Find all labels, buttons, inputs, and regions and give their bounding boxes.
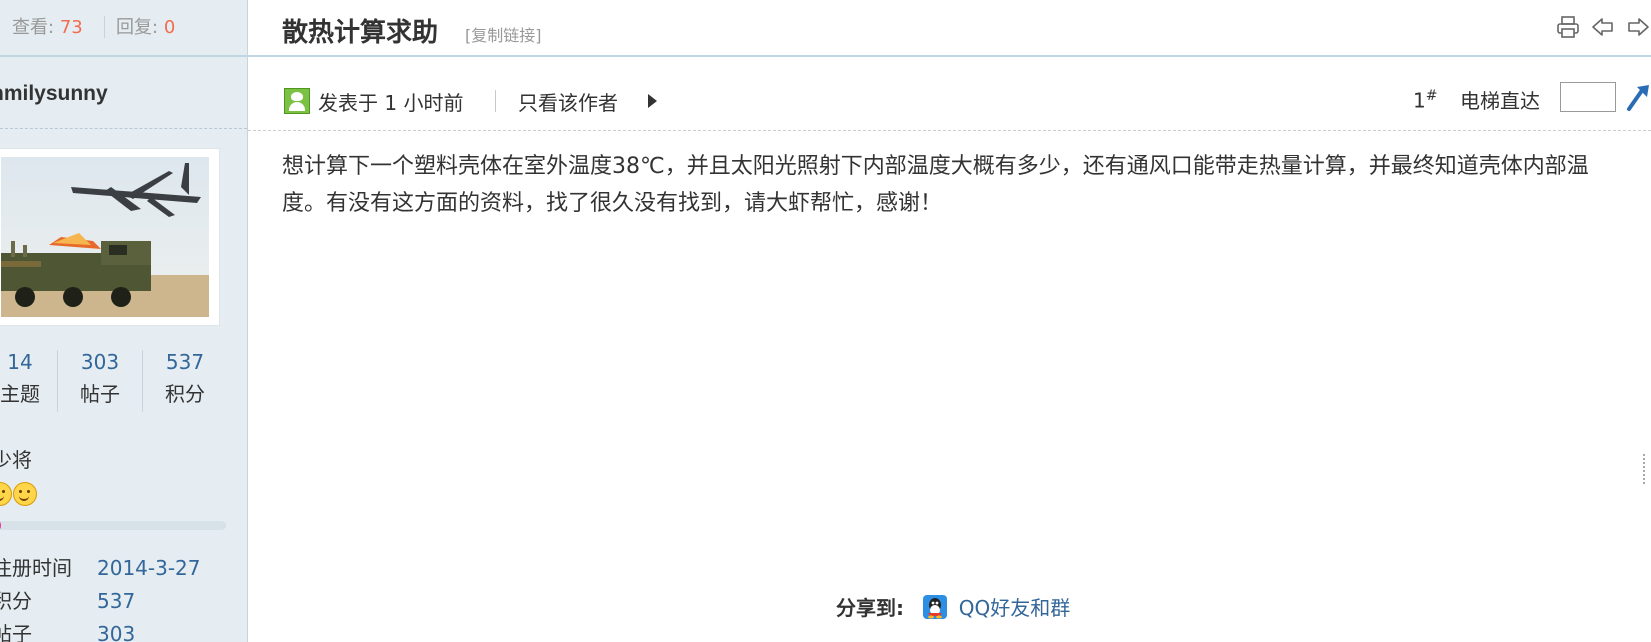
thread-stats-bar: 查看: 73 回复: 0 <box>0 0 247 57</box>
info-key: 注册时间 <box>0 556 72 580</box>
page-title: 散热计算求助 <box>282 18 439 48</box>
info-row: 注册时间 2014-3-27 <box>0 552 201 585</box>
rank-stars <box>0 482 38 510</box>
info-key: 积分 <box>0 589 32 613</box>
next-thread-icon[interactable] <box>1625 14 1651 40</box>
level-progress-bar <box>0 521 226 530</box>
thread-tools <box>1551 14 1651 40</box>
level-progress-fill <box>0 521 1 530</box>
floor-number[interactable]: 1# <box>1413 88 1437 113</box>
author-sidebar: 查看: 73 回复: 0 nmilysunny 14 主题 303 帖子 537… <box>0 0 248 642</box>
qq-penguin-icon[interactable] <box>922 594 948 620</box>
divider <box>0 128 247 129</box>
stat-threads[interactable]: 14 主题 <box>0 350 56 407</box>
floor-mark: # <box>1425 88 1438 104</box>
only-author-link[interactable]: 只看该作者 <box>518 87 618 116</box>
info-row: 积分 537 <box>0 585 201 618</box>
prev-thread-icon[interactable] <box>1590 14 1616 40</box>
post-main: 散热计算求助 [复制链接] 发表于 1 小时前 只看该作者 1# 电梯直达 想计… <box>248 0 1651 642</box>
author-username[interactable]: nmilysunny <box>0 82 108 106</box>
replies-label: 回复: <box>116 17 159 38</box>
avatar[interactable] <box>0 148 220 326</box>
views-stat: 查看: 73 <box>12 0 83 55</box>
stat-divider <box>142 350 143 412</box>
print-icon[interactable] <box>1555 14 1581 40</box>
replies-count: 0 <box>163 17 176 38</box>
resize-handle[interactable] <box>1643 454 1647 484</box>
info-value: 2014-3-27 <box>97 556 201 580</box>
stat-posts[interactable]: 303 帖子 <box>60 350 140 407</box>
smiley-icon <box>13 482 37 506</box>
share-bar: 分享到: QQ好友和群 <box>836 592 1070 621</box>
author-stats: 14 主题 303 帖子 537 积分 <box>0 350 247 420</box>
copy-link[interactable]: [复制链接] <box>465 22 542 46</box>
stat-credits-value: 537 <box>165 350 205 374</box>
caret-right-icon <box>648 94 657 108</box>
stat-posts-value: 303 <box>80 350 120 374</box>
post-meta-bar: 发表于 1 小时前 只看该作者 1# 电梯直达 <box>248 70 1651 131</box>
author-avatar-icon <box>284 88 310 114</box>
stat-divider <box>57 350 58 412</box>
go-arrow-icon[interactable] <box>1625 81 1651 113</box>
stat-threads-label: 主题 <box>0 382 40 406</box>
stat-credits-label: 积分 <box>165 382 205 406</box>
info-value[interactable]: 537 <box>97 589 135 613</box>
views-count: 73 <box>59 17 83 38</box>
stat-divider <box>104 16 105 38</box>
avatar-image <box>1 157 209 317</box>
info-key: 帖子 <box>0 622 32 642</box>
thread-title-bar: 散热计算求助 [复制链接] <box>248 0 1651 57</box>
post-content: 想计算下一个塑料壳体在室外温度38℃，并且太阳光照射下内部温度大概有多少，还有通… <box>282 154 1589 216</box>
views-label: 查看: <box>12 17 55 38</box>
info-row: 帖子 303 <box>0 618 201 642</box>
post-time: 发表于 1 小时前 <box>318 91 464 115</box>
smiley-icon <box>0 482 12 506</box>
elevator-label: 电梯直达 <box>1460 89 1540 113</box>
stat-credits[interactable]: 537 积分 <box>145 350 225 407</box>
floor-number-value: 1 <box>1413 88 1426 113</box>
replies-stat: 回复: 0 <box>116 0 175 55</box>
user-rank: 少将 <box>0 448 32 472</box>
stat-posts-label: 帖子 <box>80 382 120 406</box>
author-info-list: 注册时间 2014-3-27 积分 537 帖子 303 <box>0 552 201 642</box>
share-qq-link[interactable]: QQ好友和群 <box>959 596 1070 620</box>
elevator-input[interactable] <box>1560 82 1616 112</box>
share-label: 分享到: <box>836 596 904 620</box>
meta-divider <box>495 90 496 112</box>
info-value[interactable]: 303 <box>97 622 135 642</box>
stat-threads-value: 14 <box>7 350 33 374</box>
